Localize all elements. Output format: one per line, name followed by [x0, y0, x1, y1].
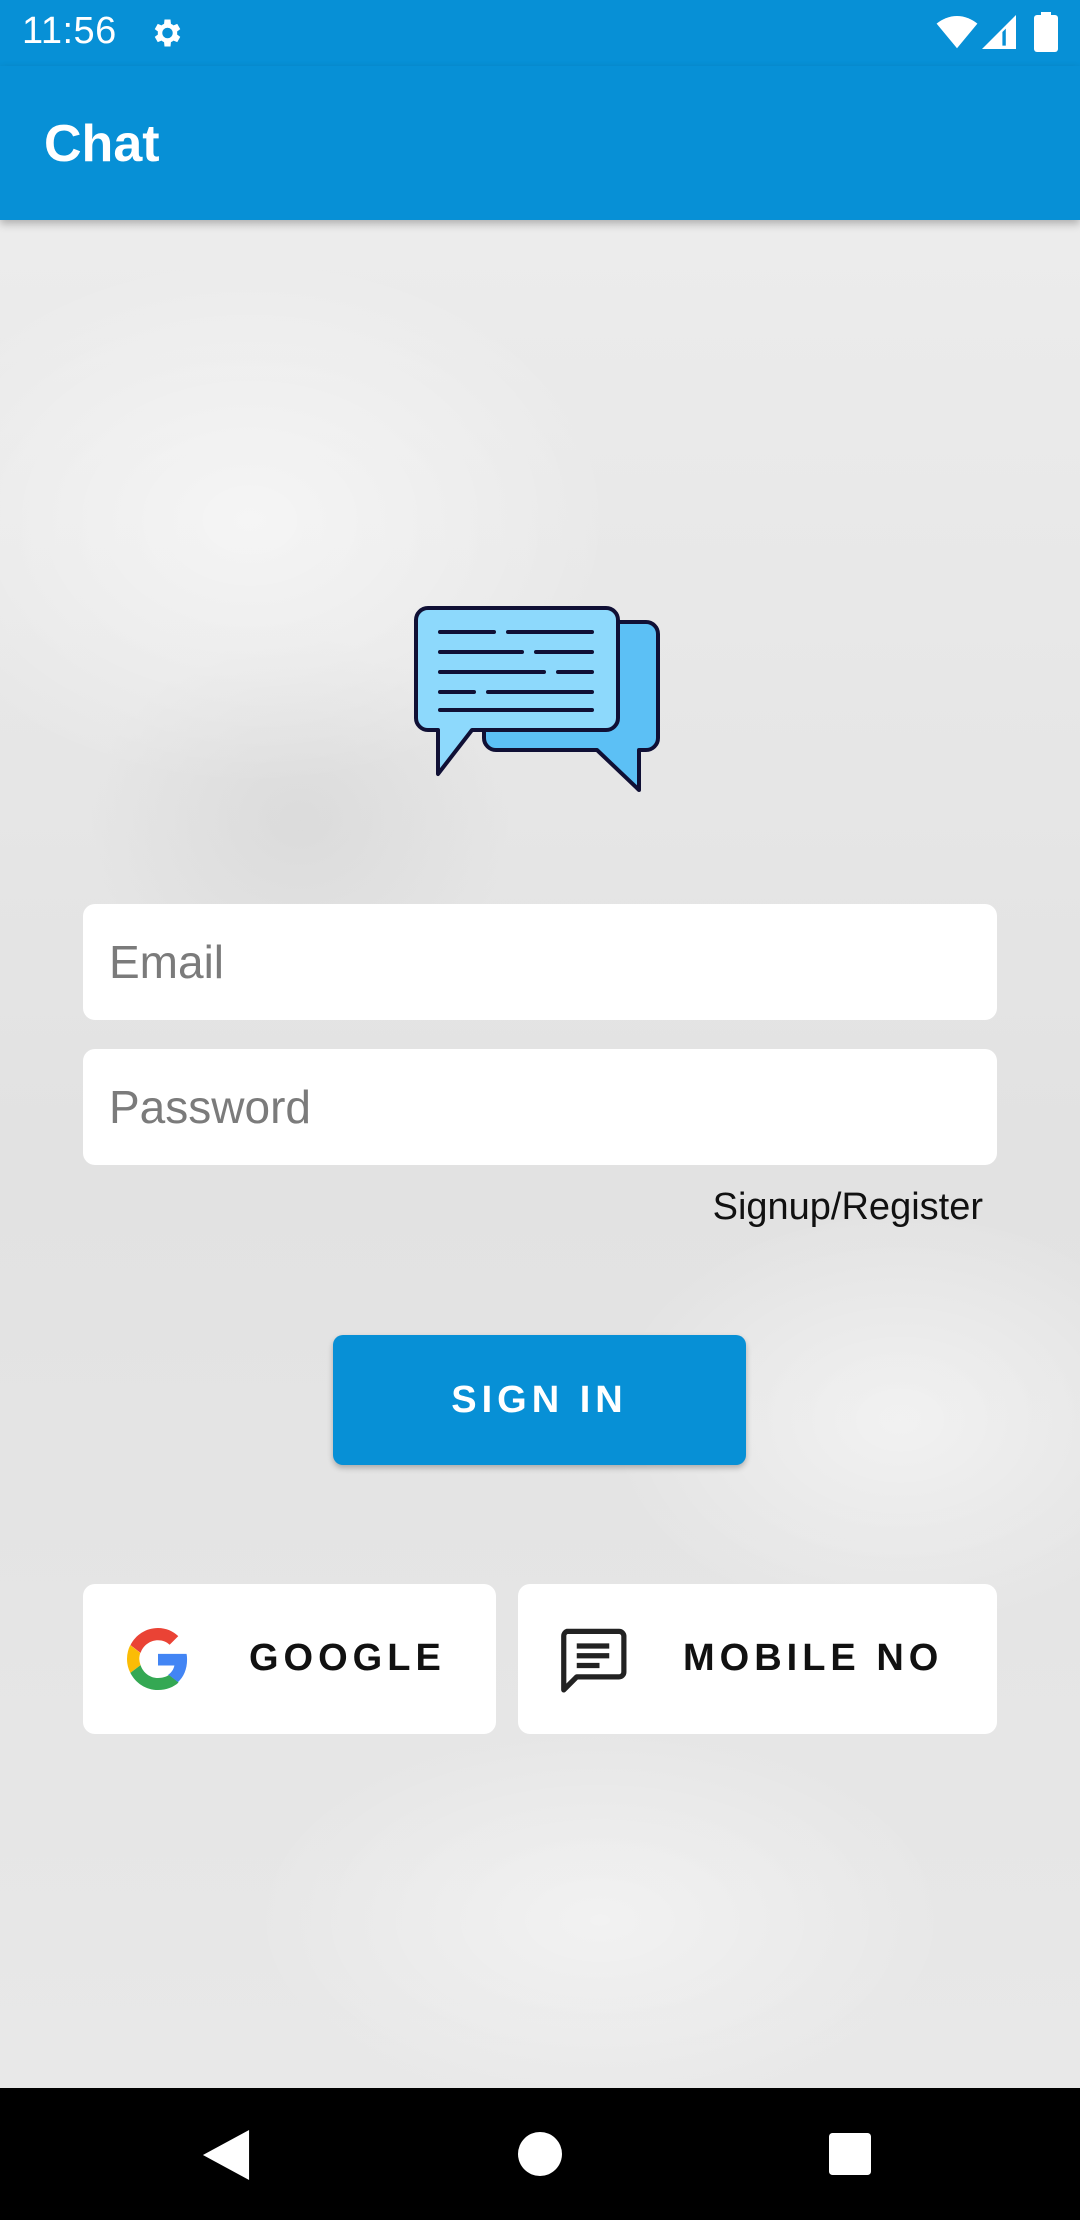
signup-register-link[interactable]: Signup/Register: [713, 1186, 983, 1229]
wifi-icon: [936, 16, 978, 49]
mobile-login-button[interactable]: MOBILE NO: [518, 1584, 997, 1734]
cellular-signal-icon: [982, 15, 1016, 49]
password-field-container: [83, 1049, 997, 1165]
status-bar: 11:56: [0, 0, 1080, 66]
google-login-button[interactable]: GOOGLE: [83, 1584, 496, 1734]
password-field[interactable]: [83, 1049, 997, 1165]
email-field[interactable]: [83, 904, 997, 1020]
navigation-bar: [0, 2088, 1080, 2220]
sign-in-label: SIGN IN: [451, 1378, 628, 1421]
app-title: Chat: [44, 115, 160, 173]
google-g-icon: [127, 1628, 188, 1690]
message-icon: [561, 1628, 627, 1693]
email-field-container: [83, 904, 997, 1020]
back-icon[interactable]: [202, 2130, 250, 2180]
google-login-label: GOOGLE: [249, 1637, 446, 1679]
battery-icon: [1034, 12, 1058, 52]
gear-icon: [154, 19, 181, 47]
mobile-login-label: MOBILE NO: [683, 1637, 944, 1679]
app-bar: Chat: [0, 66, 1080, 220]
home-icon[interactable]: [518, 2132, 562, 2176]
recents-icon[interactable]: [829, 2133, 871, 2175]
chat-bubbles-icon: [414, 606, 660, 792]
sign-in-button[interactable]: SIGN IN: [333, 1335, 746, 1465]
status-time: 11:56: [22, 10, 117, 52]
login-screen: 11:56 Chat Email Signup/Register SIGN IN…: [0, 0, 1080, 2220]
